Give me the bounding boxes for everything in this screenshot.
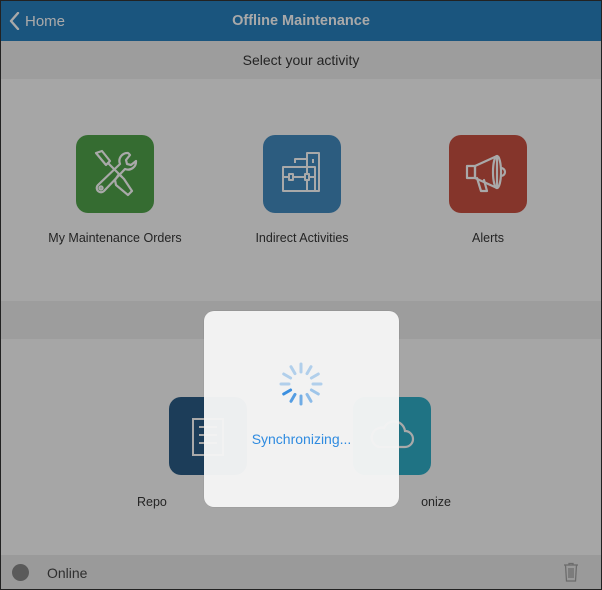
sync-message: Synchronizing... <box>251 431 352 447</box>
spinner-icon <box>277 360 325 408</box>
app-window: Home Offline Maintenance Select your act… <box>0 0 602 590</box>
sync-dialog: Synchronizing... <box>204 311 399 507</box>
